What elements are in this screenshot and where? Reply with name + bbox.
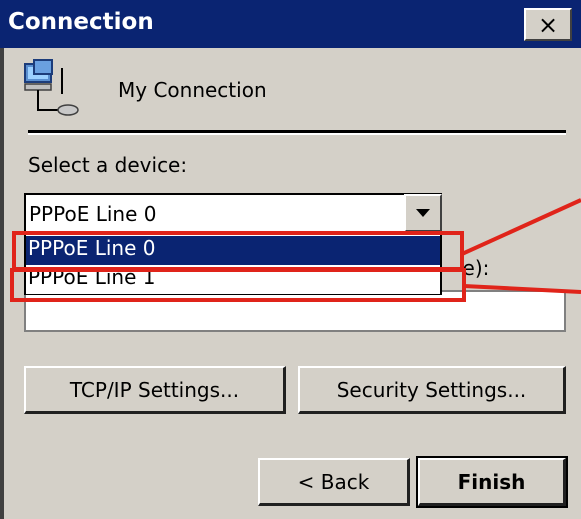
divider-highlight — [28, 133, 566, 135]
tcpip-settings-button[interactable]: TCP/IP Settings... — [24, 366, 286, 414]
connection-name: My Connection — [118, 78, 267, 102]
security-settings-label: Security Settings... — [336, 377, 527, 402]
close-button[interactable]: × — [524, 8, 572, 41]
tcpip-settings-label: TCP/IP Settings... — [69, 377, 240, 402]
title-bar: Connection × — [0, 0, 581, 48]
chevron-down-icon — [416, 209, 430, 217]
window-left-border — [0, 48, 4, 519]
device-label: Select a device: — [28, 153, 188, 177]
security-settings-button[interactable]: Security Settings... — [298, 366, 566, 414]
back-label: < Back — [297, 469, 370, 494]
finish-label: Finish — [457, 469, 526, 494]
annotation-arrows — [461, 198, 581, 294]
network-computers-icon — [24, 59, 79, 116]
back-button[interactable]: < Back — [258, 458, 410, 506]
device-select[interactable]: PPPoE Line 0 — [24, 193, 442, 233]
dropdown-button[interactable] — [404, 194, 442, 232]
annotation-box-option-0 — [12, 231, 464, 271]
device-select-value: PPPoE Line 0 — [29, 202, 157, 226]
window-title: Connection — [8, 9, 154, 35]
finish-button[interactable]: Finish — [416, 456, 568, 508]
annotation-box-option-1 — [10, 268, 466, 302]
close-icon: × — [537, 10, 559, 39]
